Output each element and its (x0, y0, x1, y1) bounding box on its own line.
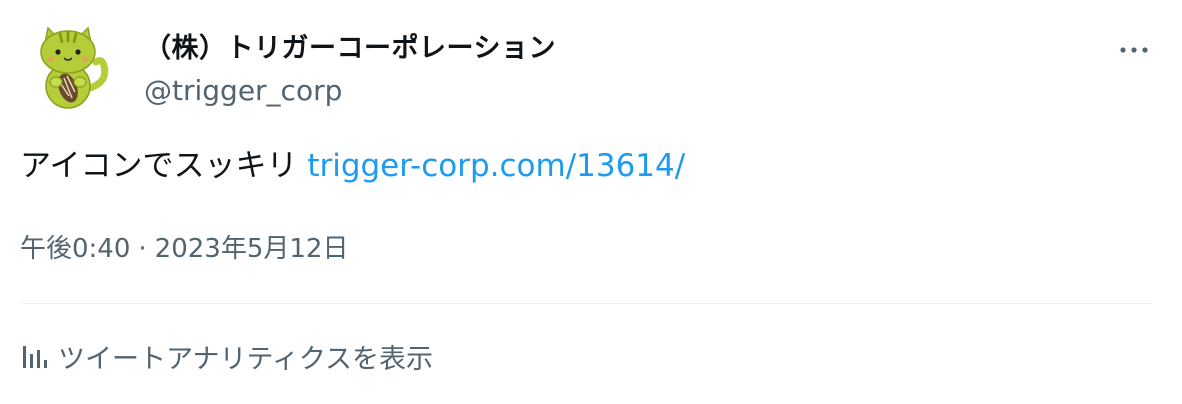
tweet-card: （株）トリガーコーポレーション @trigger_corp アイコンでスッキリ … (0, 0, 1182, 404)
view-analytics-link[interactable]: ツイートアナリティクスを表示 (20, 336, 433, 376)
analytics-label: ツイートアナリティクスを表示 (58, 343, 434, 375)
tweet-link[interactable]: trigger-corp.com/13614/ (307, 148, 685, 184)
divider (20, 303, 1152, 304)
tweet-text: アイコンでスッキリ (20, 148, 298, 184)
avatar[interactable] (20, 18, 116, 114)
more-options-button[interactable] (1112, 32, 1156, 68)
bar-chart-icon (23, 346, 47, 368)
author-display-name[interactable]: （株）トリガーコーポレーション (144, 26, 556, 65)
tweet-time[interactable]: 午後0:40 (20, 234, 130, 264)
more-horizontal-icon (1120, 47, 1148, 53)
cat-mascot-avatar-icon (40, 26, 109, 109)
tweet-meta: 午後0:40 · 2023年5月12日 (20, 228, 348, 265)
tweet-date[interactable]: 2023年5月12日 (155, 234, 349, 264)
author-handle[interactable]: @trigger_corp (144, 74, 342, 107)
meta-separator: · (138, 234, 147, 264)
tweet-body: アイコンでスッキリ trigger-corp.com/13614/ (20, 148, 685, 185)
